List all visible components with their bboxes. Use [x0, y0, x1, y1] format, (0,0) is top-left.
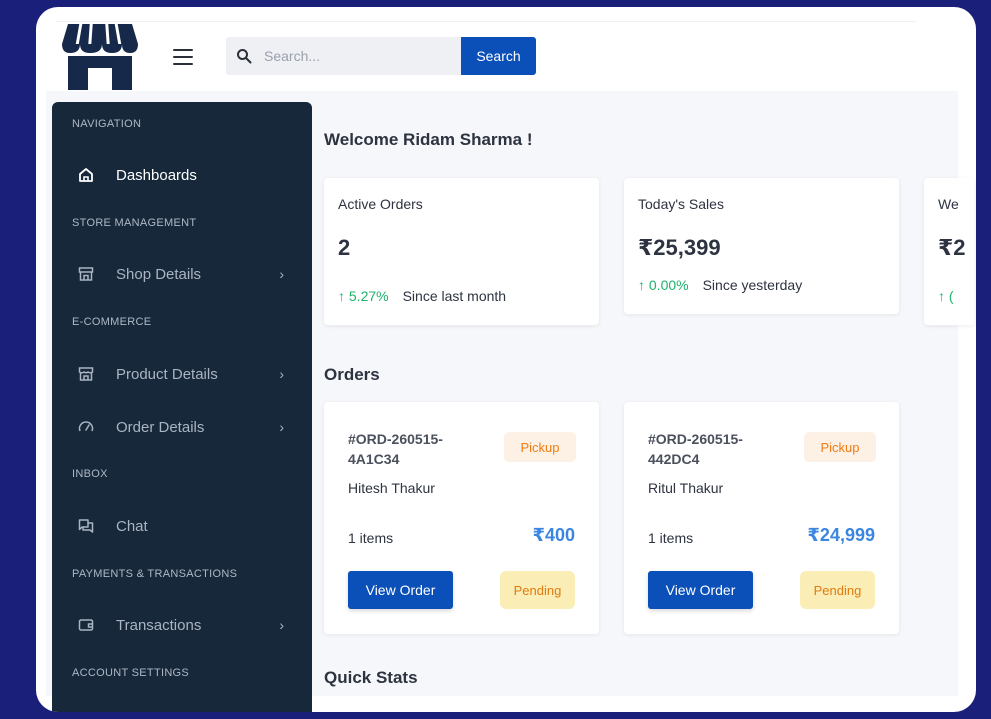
chat-icon	[76, 516, 96, 536]
search-bar	[226, 37, 462, 75]
stat-value: ₹25,399	[638, 235, 721, 260]
sidebar: NAVIGATION Dashboards STORE MANAGEMENT S…	[52, 102, 312, 712]
stat-footer: ↑ 0.00% Since yesterday	[638, 277, 802, 293]
order-type-badge: Pickup	[804, 432, 876, 462]
order-total: ₹24,999	[807, 525, 875, 545]
chevron-right-icon: ›	[279, 366, 284, 382]
orders-section-title: Orders	[324, 365, 380, 384]
sidebar-item-shop-details[interactable]: Shop Details ›	[72, 259, 292, 289]
view-order-button[interactable]: View Order	[648, 571, 753, 609]
app-window: Search NAVIGATION Dashboards STORE MANAG…	[36, 7, 976, 712]
sidebar-item-order-details[interactable]: Order Details ›	[72, 412, 292, 442]
stat-since: Since yesterday	[702, 277, 803, 293]
item-count: 1 items	[648, 530, 694, 546]
store-icon	[76, 264, 96, 284]
order-card: #ORD-260515-4A1C34 Pickup Hitesh Thakur …	[324, 402, 599, 634]
stat-footer: ↑ 5.27% Since last month	[338, 288, 506, 304]
store-logo-icon[interactable]	[60, 20, 140, 90]
shop-icon	[76, 364, 96, 384]
sidebar-item-label: Transactions	[116, 616, 202, 634]
sidebar-item-chat[interactable]: Chat	[72, 511, 292, 541]
search-icon	[237, 49, 252, 64]
stat-change: ↑ 0.00%	[638, 277, 689, 293]
nav-heading-account-settings: ACCOUNT SETTINGS	[72, 667, 190, 679]
stat-card-partial: We ₹2 ↑ (	[924, 178, 974, 325]
nav-heading-navigation: NAVIGATION	[72, 118, 142, 130]
nav-heading-store-management: STORE MANAGEMENT	[72, 217, 197, 229]
sidebar-item-label: Product Details	[116, 365, 218, 383]
customer-name: Hitesh Thakur	[348, 480, 435, 496]
search-input[interactable]	[264, 48, 444, 64]
quick-stats-title: Quick Stats	[324, 668, 418, 687]
stat-value: ₹2	[938, 235, 966, 260]
sidebar-item-label: Chat	[116, 517, 148, 535]
sidebar-item-transactions[interactable]: Transactions ›	[72, 610, 292, 640]
order-type-badge: Pickup	[504, 432, 576, 462]
arrow-up-icon: ↑	[938, 288, 949, 304]
top-divider	[56, 21, 916, 22]
customer-name: Ritul Thakur	[648, 480, 724, 496]
order-card: #ORD-260515-442DC4 Pickup Ritul Thakur 1…	[624, 402, 899, 634]
stat-footer: ↑ (	[938, 288, 968, 304]
view-order-button[interactable]: View Order	[348, 571, 453, 609]
chevron-right-icon: ›	[279, 617, 284, 633]
order-total: ₹400	[532, 525, 575, 545]
gauge-icon	[76, 417, 96, 437]
wallet-icon	[76, 615, 96, 635]
sidebar-item-label: Shop Details	[116, 265, 202, 283]
stat-title: We	[938, 196, 959, 212]
status-badge: Pending	[800, 571, 875, 609]
nav-heading-e-commerce: E-COMMERCE	[72, 316, 152, 328]
order-id: #ORD-260515-4A1C34	[348, 431, 443, 467]
arrow-up-icon: ↑	[338, 288, 349, 304]
stat-change: ↑ (	[938, 288, 954, 304]
stat-card-todays-sales: Today's Sales ₹25,399 ↑ 0.00% Since yeste…	[624, 178, 899, 314]
nav-heading-payments: PAYMENTS & TRANSACTIONS	[72, 568, 238, 580]
home-icon	[76, 165, 96, 185]
arrow-up-icon: ↑	[638, 277, 649, 293]
stat-title: Today's Sales	[638, 196, 724, 212]
stat-title: Active Orders	[338, 196, 423, 212]
order-id: #ORD-260515-442DC4	[648, 431, 743, 467]
chevron-right-icon: ›	[279, 419, 284, 435]
status-badge: Pending	[500, 571, 575, 609]
page-title: Welcome Ridam Sharma !	[324, 130, 533, 149]
stat-change: ↑ 5.27%	[338, 288, 389, 304]
sidebar-item-product-details[interactable]: Product Details ›	[72, 359, 292, 389]
hamburger-menu-icon[interactable]	[170, 44, 196, 68]
sidebar-item-dashboards[interactable]: Dashboards	[72, 160, 292, 190]
item-count: 1 items	[348, 530, 394, 546]
stat-card-active-orders: Active Orders 2 ↑ 5.27% Since last month	[324, 178, 599, 325]
nav-heading-inbox: INBOX	[72, 468, 108, 480]
stat-value: 2	[338, 235, 351, 260]
search-button[interactable]: Search	[461, 37, 536, 75]
sidebar-item-label: Order Details	[116, 418, 205, 436]
stat-since: Since last month	[402, 288, 507, 304]
sidebar-item-label: Dashboards	[116, 166, 197, 184]
chevron-right-icon: ›	[279, 266, 284, 282]
